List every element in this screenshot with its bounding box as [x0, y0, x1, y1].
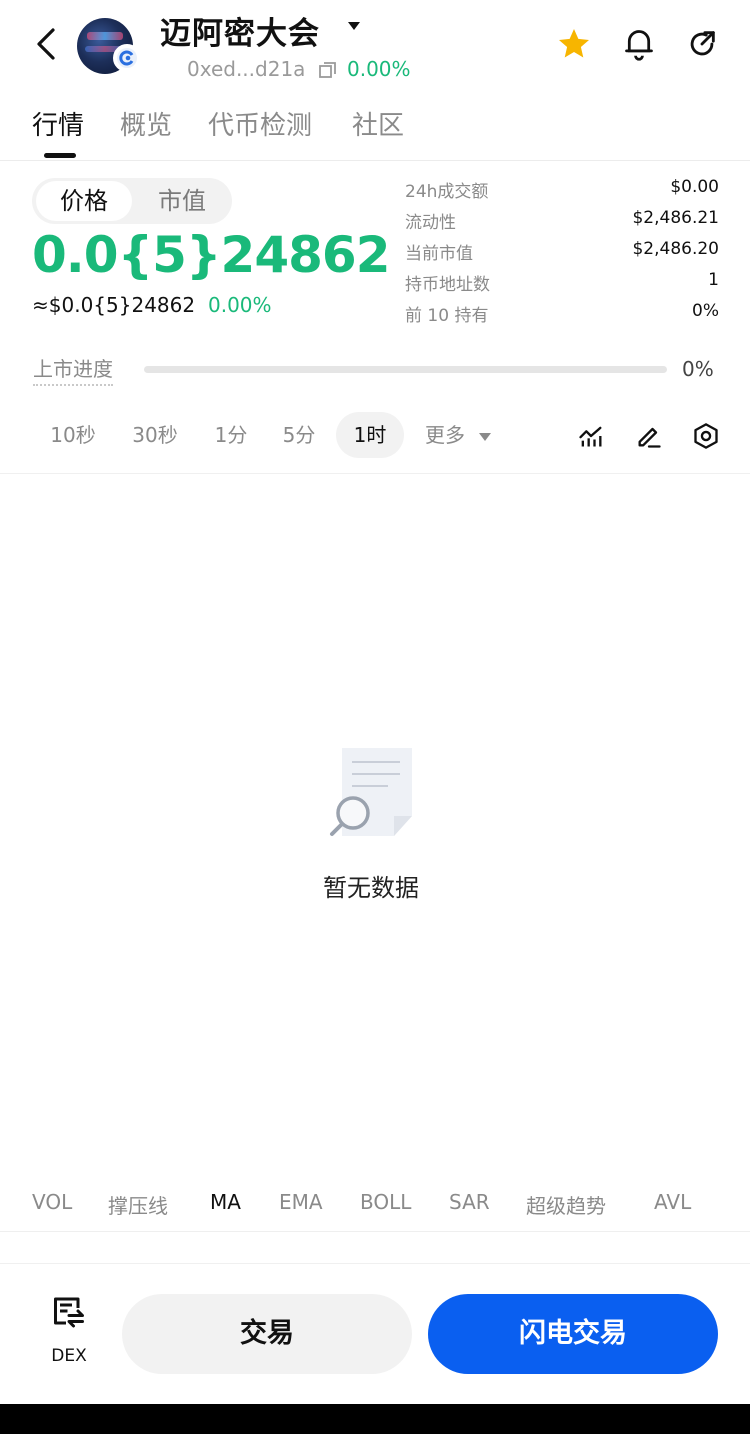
- listing-progress-label[interactable]: 上市进度: [33, 353, 113, 386]
- back-button[interactable]: [26, 22, 66, 66]
- token-change: 0.00%: [347, 57, 411, 81]
- stat-label: 持币地址数: [405, 275, 490, 295]
- stat-label: 24h成交额: [405, 182, 489, 202]
- no-data-text: 暂无数据: [323, 874, 419, 902]
- listing-progress-value: 0%: [682, 357, 714, 381]
- stat-value: 0%: [692, 301, 719, 321]
- back-icon: [37, 28, 55, 60]
- trade-button[interactable]: 交易: [122, 1294, 412, 1374]
- stat-row: 前 10 持有 0%: [405, 299, 719, 330]
- timeframe-5m[interactable]: 5分: [268, 412, 330, 458]
- stat-value: $2,486.20: [632, 239, 719, 259]
- dex-label: DEX: [51, 1346, 87, 1366]
- indicator-icon[interactable]: [577, 422, 605, 450]
- draw-icon[interactable]: [635, 422, 663, 450]
- token-stats: 24h成交额 $0.00 流动性 $2,486.21 当前市值 $2,486.2…: [405, 175, 719, 330]
- flash-trade-button[interactable]: 闪电交易: [428, 1294, 718, 1374]
- stat-row: 当前市值 $2,486.20: [405, 237, 719, 268]
- stat-value: 1: [708, 270, 719, 290]
- indicator-strip: VOL 撑压线 MA EMA BOLL SAR 超级趋势 AVL: [0, 1176, 750, 1232]
- main-tabs: 行情 概览 代币检测 社区: [0, 95, 750, 161]
- price-marketcap-toggle: 价格 市值: [32, 178, 232, 224]
- stat-row: 持币地址数 1: [405, 268, 719, 299]
- chain-icon: [113, 44, 141, 72]
- stat-value: $0.00: [670, 177, 719, 197]
- indicator-vol[interactable]: VOL: [32, 1190, 72, 1214]
- indicator-ema[interactable]: EMA: [279, 1190, 323, 1214]
- stat-label: 流动性: [405, 213, 456, 233]
- timeframe-30s[interactable]: 30秒: [118, 412, 192, 458]
- indicator-supertrend[interactable]: 超级趋势: [526, 1190, 606, 1219]
- current-price: 0.0{5}24862: [32, 226, 391, 284]
- system-nav-bar: [0, 1404, 750, 1434]
- tab-overview[interactable]: 概览: [120, 105, 172, 142]
- tab-community[interactable]: 社区: [352, 105, 404, 142]
- indicator-boll[interactable]: BOLL: [360, 1190, 411, 1214]
- no-data-icon: [330, 748, 412, 836]
- settings-icon[interactable]: [692, 422, 720, 450]
- stat-value: $2,486.21: [632, 208, 719, 228]
- timeframe-more[interactable]: 更多: [414, 412, 476, 458]
- timeframe-10s[interactable]: 10秒: [36, 412, 110, 458]
- indicator-ma[interactable]: MA: [210, 1190, 241, 1214]
- indicator-support-resistance[interactable]: 撑压线: [108, 1190, 168, 1219]
- indicator-avl[interactable]: AVL: [654, 1190, 691, 1214]
- timeframe-1h[interactable]: 1时: [336, 412, 404, 458]
- dex-icon: [54, 1297, 84, 1328]
- stat-label: 前 10 持有: [405, 306, 489, 326]
- stat-row: 24h成交额 $0.00: [405, 175, 719, 206]
- header: 迈阿密大会 0xed...d21a 0.00%: [0, 0, 750, 95]
- caret-down-icon[interactable]: [346, 20, 362, 32]
- listing-progress-bar: [144, 366, 667, 373]
- bottom-action-bar: DEX 交易 闪电交易: [0, 1263, 750, 1403]
- indicator-sar[interactable]: SAR: [449, 1190, 490, 1214]
- timeframe-1m[interactable]: 1分: [200, 412, 262, 458]
- token-name[interactable]: 迈阿密大会: [160, 8, 320, 53]
- token-address: 0xed...d21a: [187, 57, 306, 81]
- active-tab-indicator: [44, 153, 76, 158]
- price-change: 0.00%: [208, 293, 272, 317]
- share-icon[interactable]: [685, 26, 719, 62]
- usd-price: ≈$0.0{5}24862: [32, 293, 196, 317]
- bell-icon[interactable]: [622, 26, 656, 62]
- tab-token-check[interactable]: 代币检测: [208, 105, 312, 142]
- copy-icon[interactable]: [318, 60, 338, 80]
- star-icon[interactable]: [556, 26, 592, 62]
- stat-row: 流动性 $2,486.21: [405, 206, 719, 237]
- dex-button[interactable]: DEX: [40, 1294, 98, 1374]
- stat-label: 当前市值: [405, 244, 473, 264]
- caret-down-icon: [479, 433, 491, 441]
- timeframe-bar: 10秒 30秒 1分 5分 1时 更多: [0, 412, 750, 474]
- segment-price[interactable]: 价格: [36, 181, 132, 221]
- segment-market-cap[interactable]: 市值: [136, 181, 228, 221]
- tab-market[interactable]: 行情: [32, 105, 84, 142]
